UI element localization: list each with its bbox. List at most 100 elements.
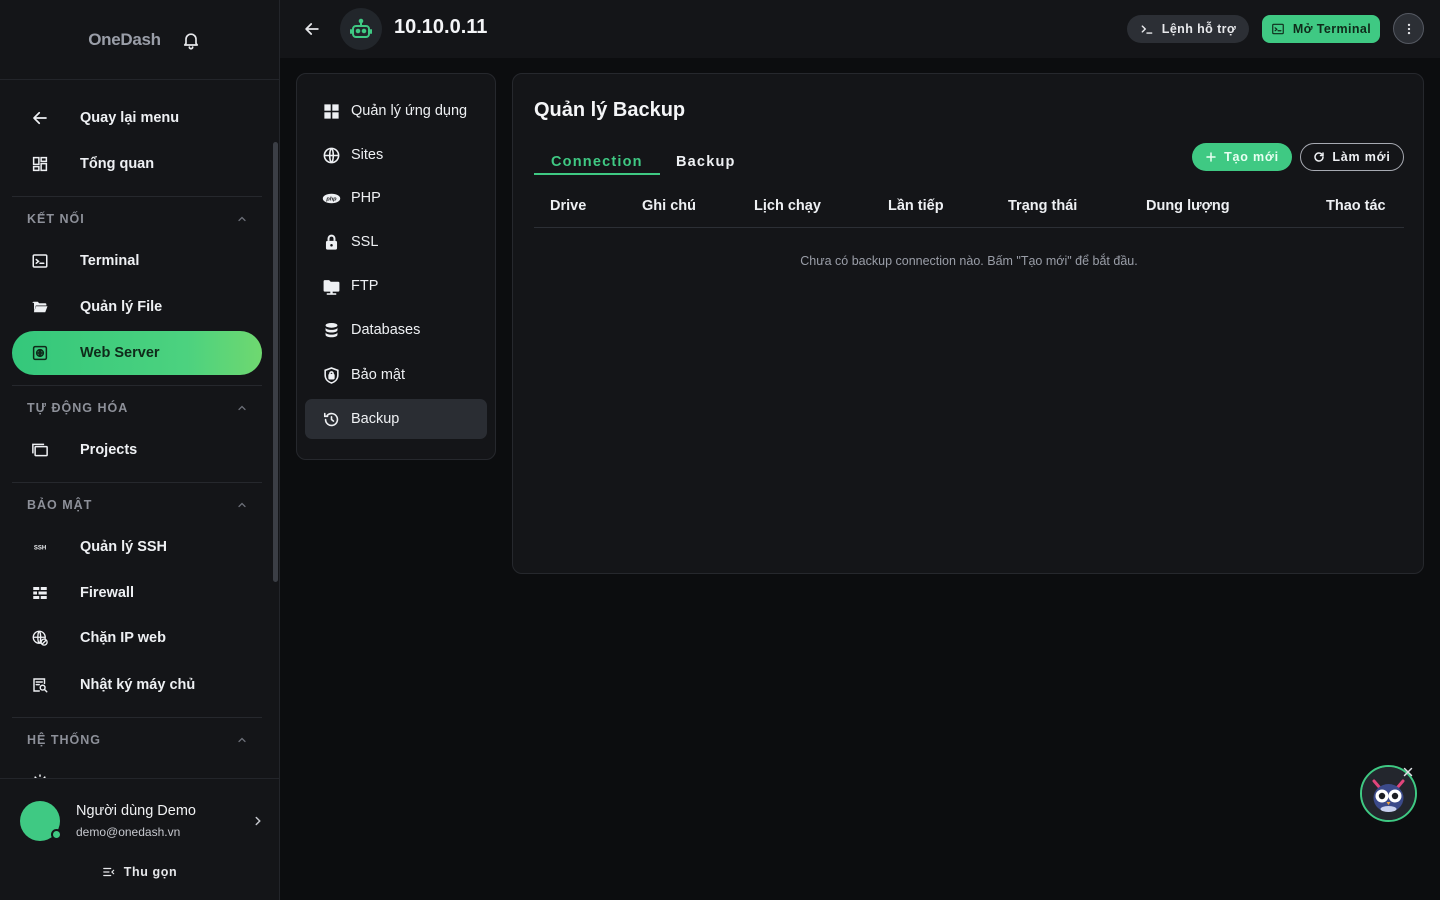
column-header-drive: Drive bbox=[550, 198, 587, 214]
refresh-icon bbox=[1313, 151, 1325, 163]
section-header-automation[interactable]: TỰ ĐỘNG HÓA bbox=[12, 385, 262, 429]
section-title: KẾT NỐI bbox=[27, 211, 85, 226]
web-server-menu: Quản lý ứng dụng Sites php PHP SSL FTP D… bbox=[296, 73, 496, 460]
sidebar-item-label: Chặn IP web bbox=[80, 630, 166, 646]
back-arrow-icon[interactable] bbox=[302, 19, 322, 39]
avatar bbox=[20, 801, 62, 841]
sidebar: OneDash Quay lại menu Tổng quan KẾT NỐI bbox=[0, 0, 280, 900]
sidebar-item-firewall[interactable]: Firewall bbox=[12, 571, 262, 615]
menu-item-label: Backup bbox=[351, 411, 400, 427]
chevron-right-icon bbox=[251, 814, 265, 828]
chevron-up-icon bbox=[236, 402, 248, 414]
projects-icon bbox=[12, 441, 68, 459]
terminal-icon bbox=[12, 252, 68, 270]
user-profile[interactable]: Người dùng Demo demo@onedash.vn bbox=[20, 801, 265, 841]
svg-text:php: php bbox=[325, 196, 337, 202]
globe-icon bbox=[321, 145, 341, 165]
sidebar-scrollbar[interactable] bbox=[273, 142, 278, 582]
tab-backup[interactable]: Backup bbox=[676, 148, 736, 176]
sidebar-item-label: Tổng quan bbox=[80, 156, 155, 172]
menu-item-label: SSL bbox=[351, 234, 379, 250]
php-icon: php bbox=[321, 188, 341, 208]
firewall-icon bbox=[12, 584, 68, 602]
prompt-icon bbox=[1140, 22, 1154, 36]
collapse-label: Thu gọn bbox=[123, 865, 178, 879]
menu-item-label: PHP bbox=[351, 190, 381, 206]
server-log-icon bbox=[12, 676, 68, 694]
ssh-icon: SSH bbox=[12, 538, 68, 556]
sidebar-item-back-to-menu[interactable]: Quay lại menu bbox=[12, 96, 262, 140]
chevron-up-icon bbox=[236, 499, 248, 511]
tab-connection[interactable]: Connection bbox=[551, 148, 643, 176]
menu-item-security[interactable]: Bảo mật bbox=[305, 355, 487, 395]
column-header-schedule: Lịch chạy bbox=[754, 198, 821, 214]
menu-item-backup[interactable]: Backup bbox=[305, 399, 487, 439]
close-icon[interactable] bbox=[1402, 766, 1414, 778]
menu-item-ftp[interactable]: FTP bbox=[305, 266, 487, 306]
refresh-button[interactable]: Làm mới bbox=[1300, 143, 1404, 171]
sidebar-item-web-server[interactable]: Web Server bbox=[12, 331, 262, 375]
server-robot-icon bbox=[340, 8, 382, 50]
section-title: TỰ ĐỘNG HÓA bbox=[27, 400, 129, 415]
sidebar-item-server-log[interactable]: Nhật ký máy chủ bbox=[12, 663, 262, 707]
terminal-icon bbox=[1271, 22, 1285, 36]
collapse-sidebar-button[interactable]: Thu gọn bbox=[0, 863, 279, 881]
sidebar-item-file-manager[interactable]: Quản lý File bbox=[12, 285, 262, 329]
column-header-status: Trạng thái bbox=[1008, 198, 1078, 214]
block-ip-icon bbox=[12, 629, 68, 647]
command-hints-button[interactable]: Lệnh hỗ trợ bbox=[1127, 15, 1249, 43]
create-new-button[interactable]: Tạo mới bbox=[1192, 143, 1292, 171]
sidebar-item-partially-hidden[interactable] bbox=[12, 760, 262, 778]
column-header-size: Dung lượng bbox=[1146, 198, 1230, 214]
sidebar-item-block-ip[interactable]: Chặn IP web bbox=[12, 616, 262, 660]
sidebar-item-projects[interactable]: Projects bbox=[12, 428, 262, 472]
apps-grid-icon bbox=[321, 101, 341, 121]
column-header-actions: Thao tác bbox=[1326, 198, 1386, 214]
menu-item-label: Bảo mật bbox=[351, 367, 405, 383]
chevron-up-icon bbox=[236, 213, 248, 225]
section-header-security[interactable]: BẢO MẬT bbox=[12, 482, 262, 526]
menu-item-label: Databases bbox=[351, 322, 421, 338]
sidebar-item-label: Terminal bbox=[80, 253, 140, 269]
menu-item-sites[interactable]: Sites bbox=[305, 135, 487, 175]
sidebar-item-label: Quay lại menu bbox=[80, 110, 180, 126]
sidebar-nav: Quay lại menu Tổng quan KẾT NỐI Terminal bbox=[0, 81, 272, 778]
open-terminal-button[interactable]: Mở Terminal bbox=[1262, 15, 1380, 43]
user-email: demo@onedash.vn bbox=[76, 825, 181, 839]
section-header-connect[interactable]: KẾT NỐI bbox=[12, 196, 262, 240]
arrow-left-icon bbox=[12, 109, 68, 127]
menu-item-app-management[interactable]: Quản lý ứng dụng bbox=[305, 91, 487, 131]
open-terminal-label: Mở Terminal bbox=[1292, 22, 1372, 36]
menu-item-ssl[interactable]: SSL bbox=[305, 222, 487, 262]
user-name: Người dùng Demo bbox=[76, 803, 196, 819]
table-header: Drive Ghi chú Lịch chạy Lần tiếp Trạng t… bbox=[534, 186, 1404, 228]
sidebar-item-ssh[interactable]: SSH Quản lý SSH bbox=[12, 525, 262, 569]
menu-item-label: Quản lý ứng dụng bbox=[351, 103, 468, 119]
bell-icon[interactable] bbox=[181, 30, 201, 50]
sidebar-item-label: Quản lý File bbox=[80, 299, 163, 315]
brand-header: OneDash bbox=[0, 0, 279, 80]
svg-text:SSH: SSH bbox=[34, 545, 46, 551]
user-panel: Người dùng Demo demo@onedash.vn Thu gọn bbox=[0, 778, 279, 900]
column-header-next-run: Lần tiếp bbox=[888, 198, 944, 214]
sidebar-item-overview[interactable]: Tổng quan bbox=[12, 142, 262, 186]
server-title: 10.10.0.11 bbox=[394, 16, 488, 38]
backup-icon bbox=[321, 409, 341, 429]
column-header-note: Ghi chú bbox=[642, 198, 696, 214]
backup-management-card: Quản lý Backup Connection Backup Tạo mới… bbox=[512, 73, 1424, 574]
sidebar-item-label: Firewall bbox=[80, 585, 134, 601]
menu-item-label: FTP bbox=[351, 278, 379, 294]
menu-item-php[interactable]: php PHP bbox=[305, 178, 487, 218]
refresh-label: Làm mới bbox=[1332, 150, 1391, 164]
brand-logo[interactable]: OneDash bbox=[88, 30, 161, 50]
section-header-system[interactable]: HỆ THỐNG bbox=[12, 717, 262, 761]
online-status-dot bbox=[51, 829, 62, 840]
more-options-button[interactable] bbox=[1393, 13, 1424, 44]
command-hints-label: Lệnh hỗ trợ bbox=[1161, 22, 1237, 36]
page-title: Quản lý Backup bbox=[534, 99, 686, 121]
folder-icon bbox=[12, 298, 68, 316]
empty-state-message: Chưa có backup connection nào. Bấm "Tạo … bbox=[800, 254, 1138, 268]
plus-icon bbox=[1205, 151, 1217, 163]
menu-item-databases[interactable]: Databases bbox=[305, 310, 487, 350]
sidebar-item-terminal[interactable]: Terminal bbox=[12, 239, 262, 283]
